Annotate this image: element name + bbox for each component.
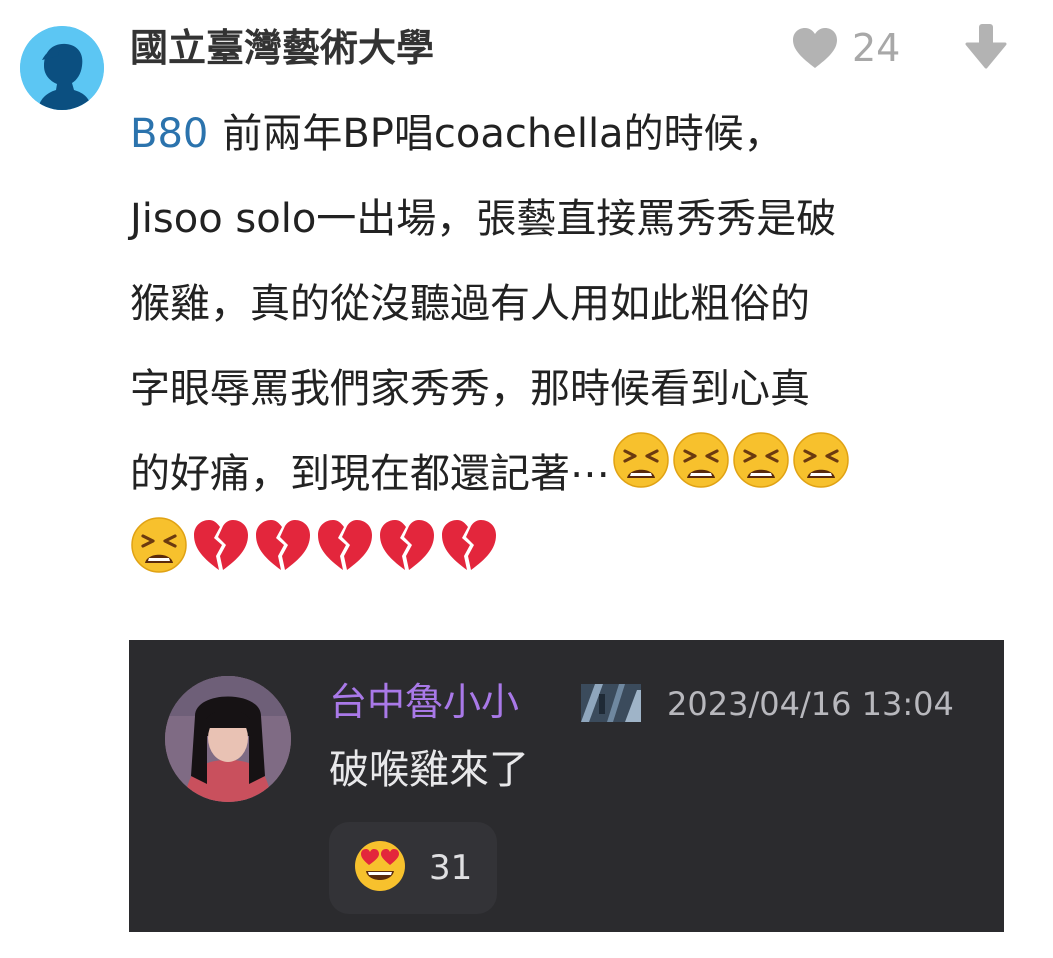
tired-face-emoji <box>732 431 790 519</box>
like-count: 24 <box>852 26 901 70</box>
broken-heart-emoji <box>378 517 436 602</box>
tired-face-emoji <box>672 431 730 519</box>
comment-line: B80 前兩年BP唱coachella的時候， <box>130 92 1030 177</box>
reply-timestamp: 2023/04/16 13:04 <box>667 685 954 723</box>
comment-line: Jisoo solo一出場，張藝直接罵秀秀是破 <box>130 177 1030 262</box>
comment-screenshot: 國立臺灣藝術大學 24 B80 前兩年BP唱coachella的時候， Jisoo… <box>0 0 1053 958</box>
comment-line: 的好痛，到現在都還記著⋯ <box>130 431 1030 519</box>
heart-eyes-emoji <box>353 839 407 897</box>
reaction-count: 31 <box>429 848 473 888</box>
person-silhouette-icon <box>20 26 104 110</box>
reply-reference-link[interactable]: B80 <box>130 111 208 157</box>
author-name[interactable]: 國立臺灣藝術大學 <box>130 20 434 76</box>
tired-face-emoji <box>130 516 188 604</box>
comment-text: 的好痛，到現在都還記著⋯ <box>130 451 610 497</box>
comment-line: 猴雞，真的從沒聽過有人用如此粗俗的 <box>130 262 1030 347</box>
reaction-button[interactable]: 31 <box>329 822 497 914</box>
author-avatar[interactable] <box>20 26 104 110</box>
comment-text: Jisoo solo一出場，張藝直接罵秀秀是破 <box>130 196 837 242</box>
comment-text: 猴雞，真的從沒聽過有人用如此粗俗的 <box>130 281 810 327</box>
broken-heart-emoji <box>316 517 374 602</box>
profile-badge-image <box>581 684 641 722</box>
comment-text: 字眼辱罵我們家秀秀，那時候看到心真 <box>130 366 810 412</box>
emoji-row <box>130 516 1030 604</box>
dislike-button[interactable] <box>964 22 1008 70</box>
comment-line: 字眼辱罵我們家秀秀，那時候看到心真 <box>130 347 1030 432</box>
comment-body: B80 前兩年BP唱coachella的時候， Jisoo solo一出場，張藝直… <box>130 92 1030 602</box>
comment-text: 前兩年BP唱coachella的時候， <box>222 111 784 157</box>
reply-avatar[interactable] <box>165 676 291 802</box>
like-button[interactable]: 24 <box>792 22 900 74</box>
reply-author-name[interactable]: 台中魯小小 <box>329 676 519 728</box>
reply-text: 破喉雞來了 <box>329 747 529 793</box>
embedded-reply-card: 台中魯小小 2023/04/16 13:04 破喉雞來了 31 <box>129 640 1004 932</box>
tired-face-emoji <box>792 431 850 519</box>
heart-icon <box>793 28 837 68</box>
down-arrow-icon <box>965 24 1007 69</box>
broken-heart-emoji <box>192 517 250 602</box>
broken-heart-emoji <box>254 517 312 602</box>
tired-face-emoji <box>612 431 670 519</box>
profile-photo-icon <box>165 676 291 802</box>
broken-heart-emoji <box>440 517 498 602</box>
